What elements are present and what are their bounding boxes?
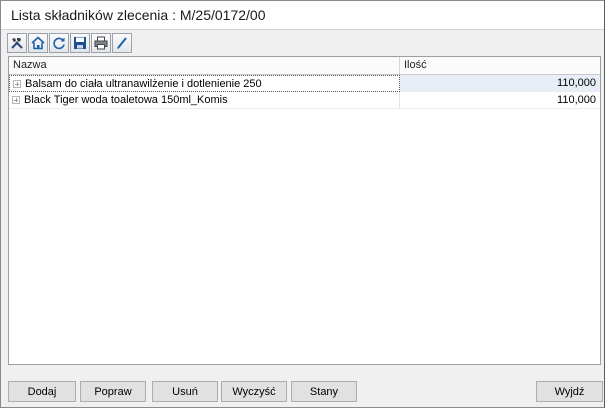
home-icon xyxy=(31,36,45,50)
home-button[interactable] xyxy=(28,33,48,53)
dialog-window: Lista składników zlecenia : M/25/0172/00 xyxy=(0,0,605,408)
exit-button[interactable]: Wyjdź xyxy=(536,381,603,402)
row-name-text: Balsam do ciała ultranawilżenie i dotlen… xyxy=(25,77,262,90)
add-button[interactable]: Dodaj xyxy=(8,381,76,402)
row-qty-cell[interactable]: 110,000 xyxy=(400,75,600,92)
toolbar xyxy=(7,33,132,53)
row-name-cell[interactable]: Balsam do ciała ultranawilżenie i dotlen… xyxy=(9,75,400,92)
clear-button[interactable]: Wyczyść xyxy=(221,381,287,402)
refresh-icon xyxy=(53,37,65,50)
print-icon xyxy=(94,36,108,50)
column-header-ilosc[interactable]: Ilość xyxy=(400,57,600,74)
items-grid[interactable]: Nazwa Ilość Balsam do ciała ultranawilże… xyxy=(8,56,601,365)
expand-icon[interactable] xyxy=(13,79,21,88)
grid-header: Nazwa Ilość xyxy=(9,57,600,75)
tools-button[interactable] xyxy=(7,33,27,53)
row-name-cell[interactable]: Black Tiger woda toaletowa 150ml_Komis xyxy=(9,92,400,109)
row-name-text: Black Tiger woda toaletowa 150ml_Komis xyxy=(24,94,228,106)
table-row[interactable]: Black Tiger woda toaletowa 150ml_Komis 1… xyxy=(9,92,600,109)
edit-pen-button[interactable] xyxy=(112,33,132,53)
column-header-nazwa[interactable]: Nazwa xyxy=(9,57,400,74)
print-button[interactable] xyxy=(91,33,111,53)
pen-icon xyxy=(117,37,127,49)
save-button[interactable] xyxy=(70,33,90,53)
save-icon xyxy=(74,37,86,49)
title-bar: Lista składników zlecenia : M/25/0172/00 xyxy=(1,1,604,30)
refresh-button[interactable] xyxy=(49,33,69,53)
expand-icon[interactable] xyxy=(12,96,20,104)
stock-button[interactable]: Stany xyxy=(291,381,357,402)
row-qty-cell[interactable]: 110,000 xyxy=(400,92,600,109)
edit-button[interactable]: Popraw xyxy=(80,381,146,402)
delete-button[interactable]: Usuń xyxy=(152,381,218,402)
table-row[interactable]: Balsam do ciała ultranawilżenie i dotlen… xyxy=(9,75,600,92)
tools-icon xyxy=(11,38,23,49)
window-title: Lista składników zlecenia : M/25/0172/00 xyxy=(11,7,266,23)
